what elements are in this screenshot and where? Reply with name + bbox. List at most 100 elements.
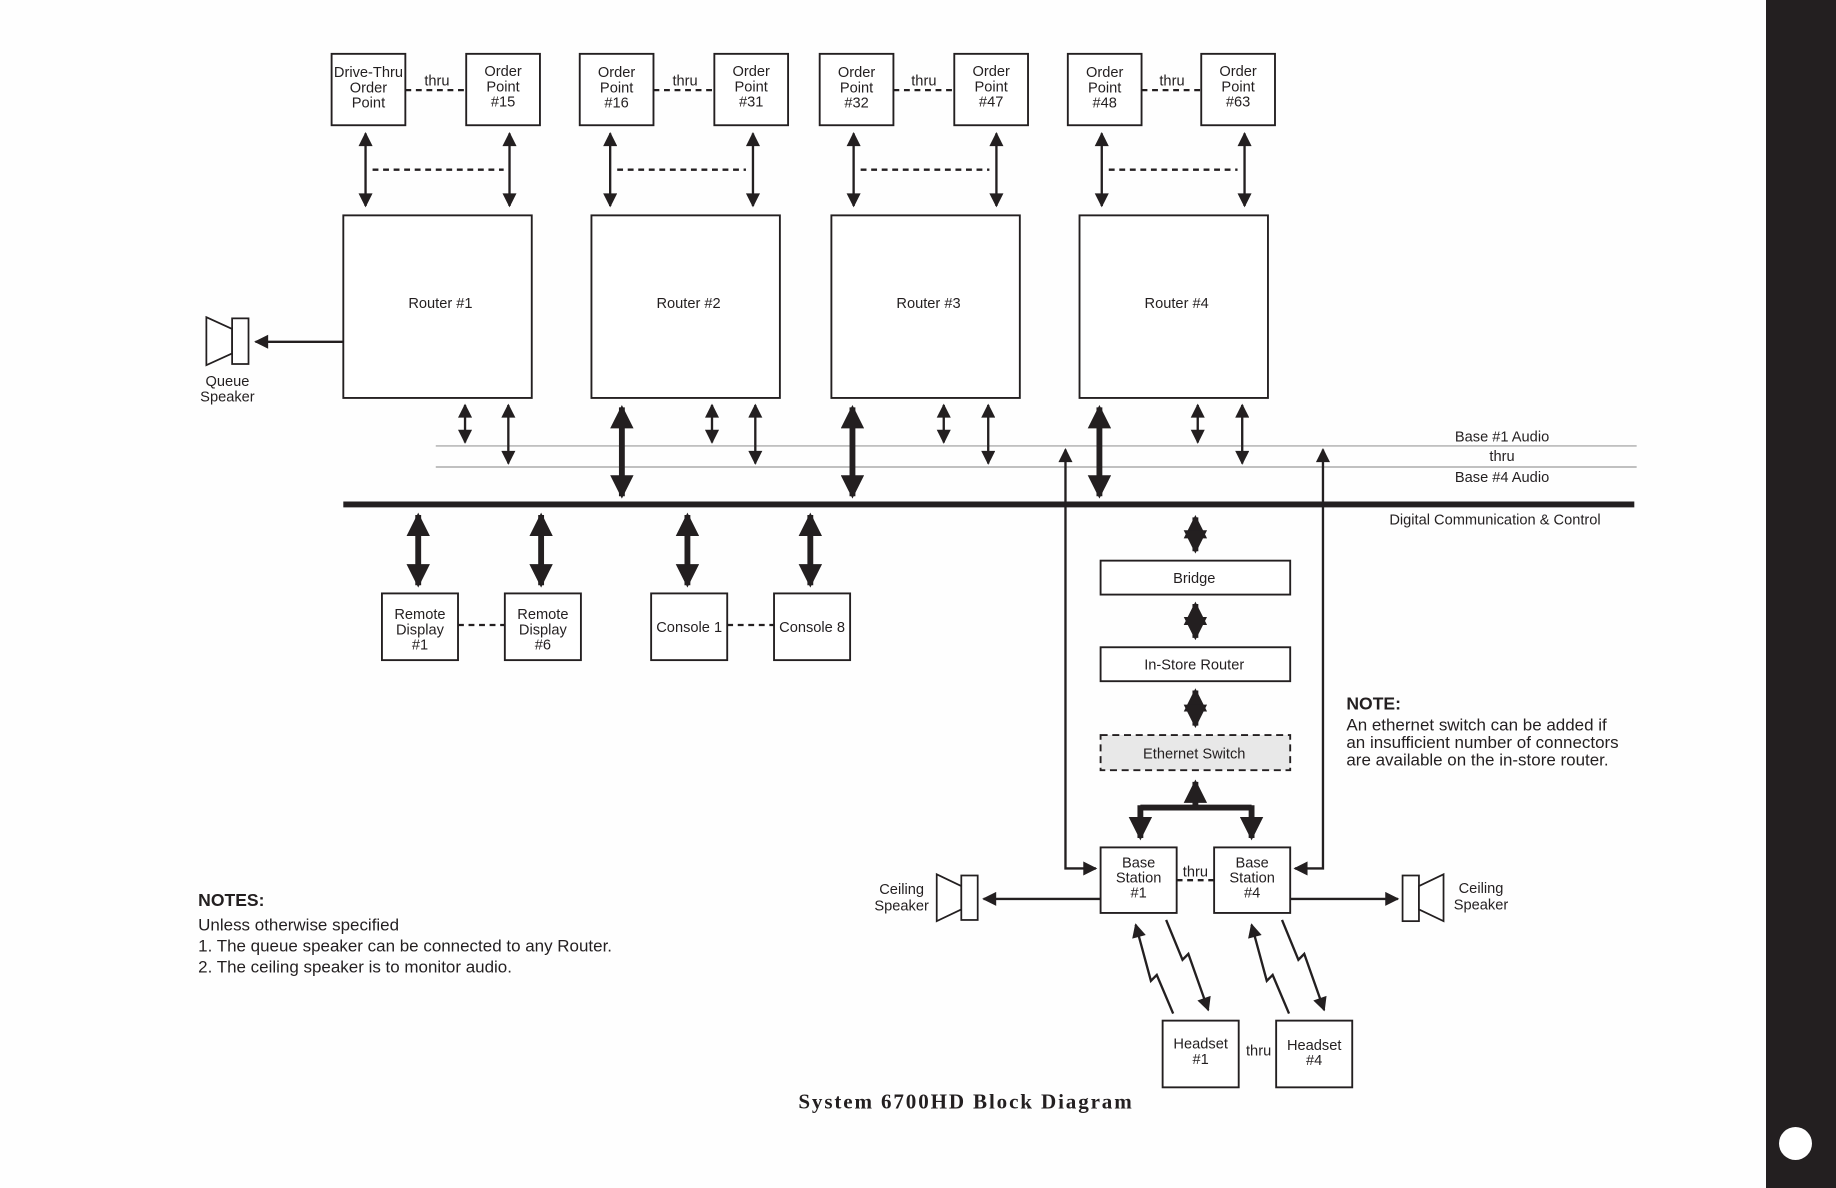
order-point-47: Order Point #47 — [953, 52, 1029, 127]
wireless-downlink-icon — [1280, 919, 1327, 1012]
ceiling-speaker-left: Ceiling Speaker — [874, 872, 1101, 923]
thru-label: thru — [424, 73, 449, 89]
bridge: Bridge — [1099, 559, 1292, 596]
remote-display-label: Remote — [517, 607, 568, 623]
base-4-audio-line — [1293, 448, 1330, 876]
console-8: Console 8 — [773, 592, 852, 662]
order-point-label: Order — [350, 80, 388, 96]
remote-display-label: Remote — [394, 607, 445, 623]
base-station-4: Base Station #4 — [1213, 846, 1292, 914]
digital-bus-label: Digital Communication & Control — [1389, 512, 1600, 528]
order-point-links — [358, 132, 1252, 208]
digital-bus: Digital Communication & Control — [343, 501, 1635, 528]
base-station-label: Station — [1116, 871, 1162, 887]
base-station-label: #1 — [1130, 886, 1146, 902]
order-point-label: Point — [840, 80, 873, 96]
remote-display-6: Remote Display #6 — [503, 592, 582, 662]
order-point-15: Order Point #15 — [465, 52, 541, 127]
note-line: An ethernet switch can be added if — [1346, 715, 1607, 734]
ethernet-switch-label: Ethernet Switch — [1143, 746, 1245, 762]
order-point-label: Point — [974, 79, 1007, 95]
speaker-icon — [935, 872, 963, 923]
wireless-uplink-icon — [1248, 923, 1291, 1015]
headset-label: #1 — [1193, 1052, 1209, 1068]
note-heading: NOTE: — [1346, 693, 1401, 713]
note-line: an insufficient number of connectors — [1346, 733, 1618, 752]
ceiling-speaker-label: Ceiling — [1459, 881, 1504, 897]
switch-to-base-links — [1128, 779, 1264, 841]
wireless-uplink-icon — [1132, 923, 1175, 1015]
order-point-label: Order — [972, 64, 1010, 80]
router-bus-links — [458, 403, 1250, 499]
order-point-label: #63 — [1226, 95, 1250, 111]
base-1-audio-line — [1058, 448, 1098, 876]
remote-display-label: #1 — [412, 638, 428, 654]
remote-display-1: Remote Display #1 — [381, 592, 459, 662]
order-point-label: Point — [600, 80, 633, 96]
general-notes: NOTES: Unless otherwise specified 1. The… — [198, 890, 612, 977]
order-point-drive-thru: Drive-Thru Order Point — [330, 52, 407, 127]
order-point-label: Order — [598, 65, 636, 81]
base-station-label: Base — [1235, 855, 1268, 871]
order-point-label: Order — [1086, 65, 1124, 81]
order-point-label: Point — [352, 96, 385, 112]
diagram-title: System 6700HD Block Diagram — [798, 1089, 1133, 1113]
in-store-router: In-Store Router — [1099, 646, 1292, 683]
router-row: Router #1 Router #2 Router #3 Router #4 — [342, 214, 1269, 399]
ceiling-speaker-label: Speaker — [1454, 897, 1509, 913]
base-station-label: #4 — [1244, 886, 1260, 902]
order-point-63: Order Point #63 — [1200, 52, 1276, 127]
router-3: Router #3 — [830, 214, 1021, 399]
order-point-label: Point — [1221, 79, 1254, 95]
audio-bus-label-thru: thru — [1489, 449, 1514, 465]
speaker-icon — [1418, 872, 1445, 923]
base-station-label: Station — [1229, 871, 1275, 887]
headset-4: Headset #4 — [1275, 1019, 1354, 1089]
ceiling-speaker-label: Speaker — [874, 899, 929, 915]
base-station-1: Base Station #1 — [1099, 846, 1178, 914]
console-label: Console 8 — [779, 620, 845, 636]
ethernet-switch: Ethernet Switch — [1099, 734, 1292, 772]
thru-label: thru — [1246, 1044, 1271, 1060]
thru-label: thru — [1183, 865, 1208, 881]
order-point-row: Drive-Thru Order Point Order Point #15 O… — [330, 52, 1276, 127]
audio-bus: Base #1 Audio thru Base #4 Audio — [435, 429, 1637, 486]
thru-label: thru — [672, 73, 697, 89]
router-label: Router #4 — [1145, 296, 1209, 312]
order-point-label: Drive-Thru — [334, 65, 403, 81]
order-point-16: Order Point #16 — [578, 52, 655, 127]
order-point-label: Point — [1088, 80, 1121, 96]
order-point-label: Point — [486, 79, 519, 95]
order-point-label: #47 — [979, 95, 1003, 111]
queue-speaker-label: Queue — [205, 374, 249, 390]
router-4: Router #4 — [1078, 214, 1269, 399]
block-diagram: Drive-Thru Order Point Order Point #15 O… — [198, 52, 1637, 1113]
wireless-downlink-icon — [1165, 919, 1211, 1012]
headset-label: Headset — [1173, 1037, 1227, 1053]
thru-label: thru — [1159, 73, 1184, 89]
wireless-links — [1132, 919, 1327, 1015]
peripheral-links — [406, 512, 823, 588]
base-station-label: Base — [1122, 855, 1155, 871]
order-point-label: Order — [733, 64, 771, 80]
order-point-label: #31 — [739, 95, 763, 111]
in-store-router-label: In-Store Router — [1144, 657, 1244, 673]
note-line: are available on the in-store router. — [1346, 750, 1608, 769]
notes-line: 2. The ceiling speaker is to monitor aud… — [198, 958, 512, 977]
router-1: Router #1 — [342, 214, 533, 399]
bridge-label: Bridge — [1173, 571, 1215, 587]
headset-1: Headset #1 — [1161, 1019, 1240, 1089]
remote-display-label: Display — [519, 622, 568, 638]
queue-speaker-label: Speaker — [200, 389, 255, 405]
order-point-label: #48 — [1092, 96, 1116, 112]
thru-label: thru — [911, 73, 936, 89]
ethernet-note: NOTE: An ethernet switch can be added if… — [1346, 693, 1618, 769]
router-label: Router #2 — [656, 296, 720, 312]
console-label: Console 1 — [656, 620, 722, 636]
router-label: Router #3 — [896, 296, 960, 312]
order-point-label: Point — [735, 79, 768, 95]
remote-display-label: Display — [396, 622, 445, 638]
order-point-label: Order — [484, 64, 522, 80]
audio-bus-label-bottom: Base #4 Audio — [1455, 470, 1549, 486]
headset-label: Headset — [1287, 1038, 1341, 1054]
